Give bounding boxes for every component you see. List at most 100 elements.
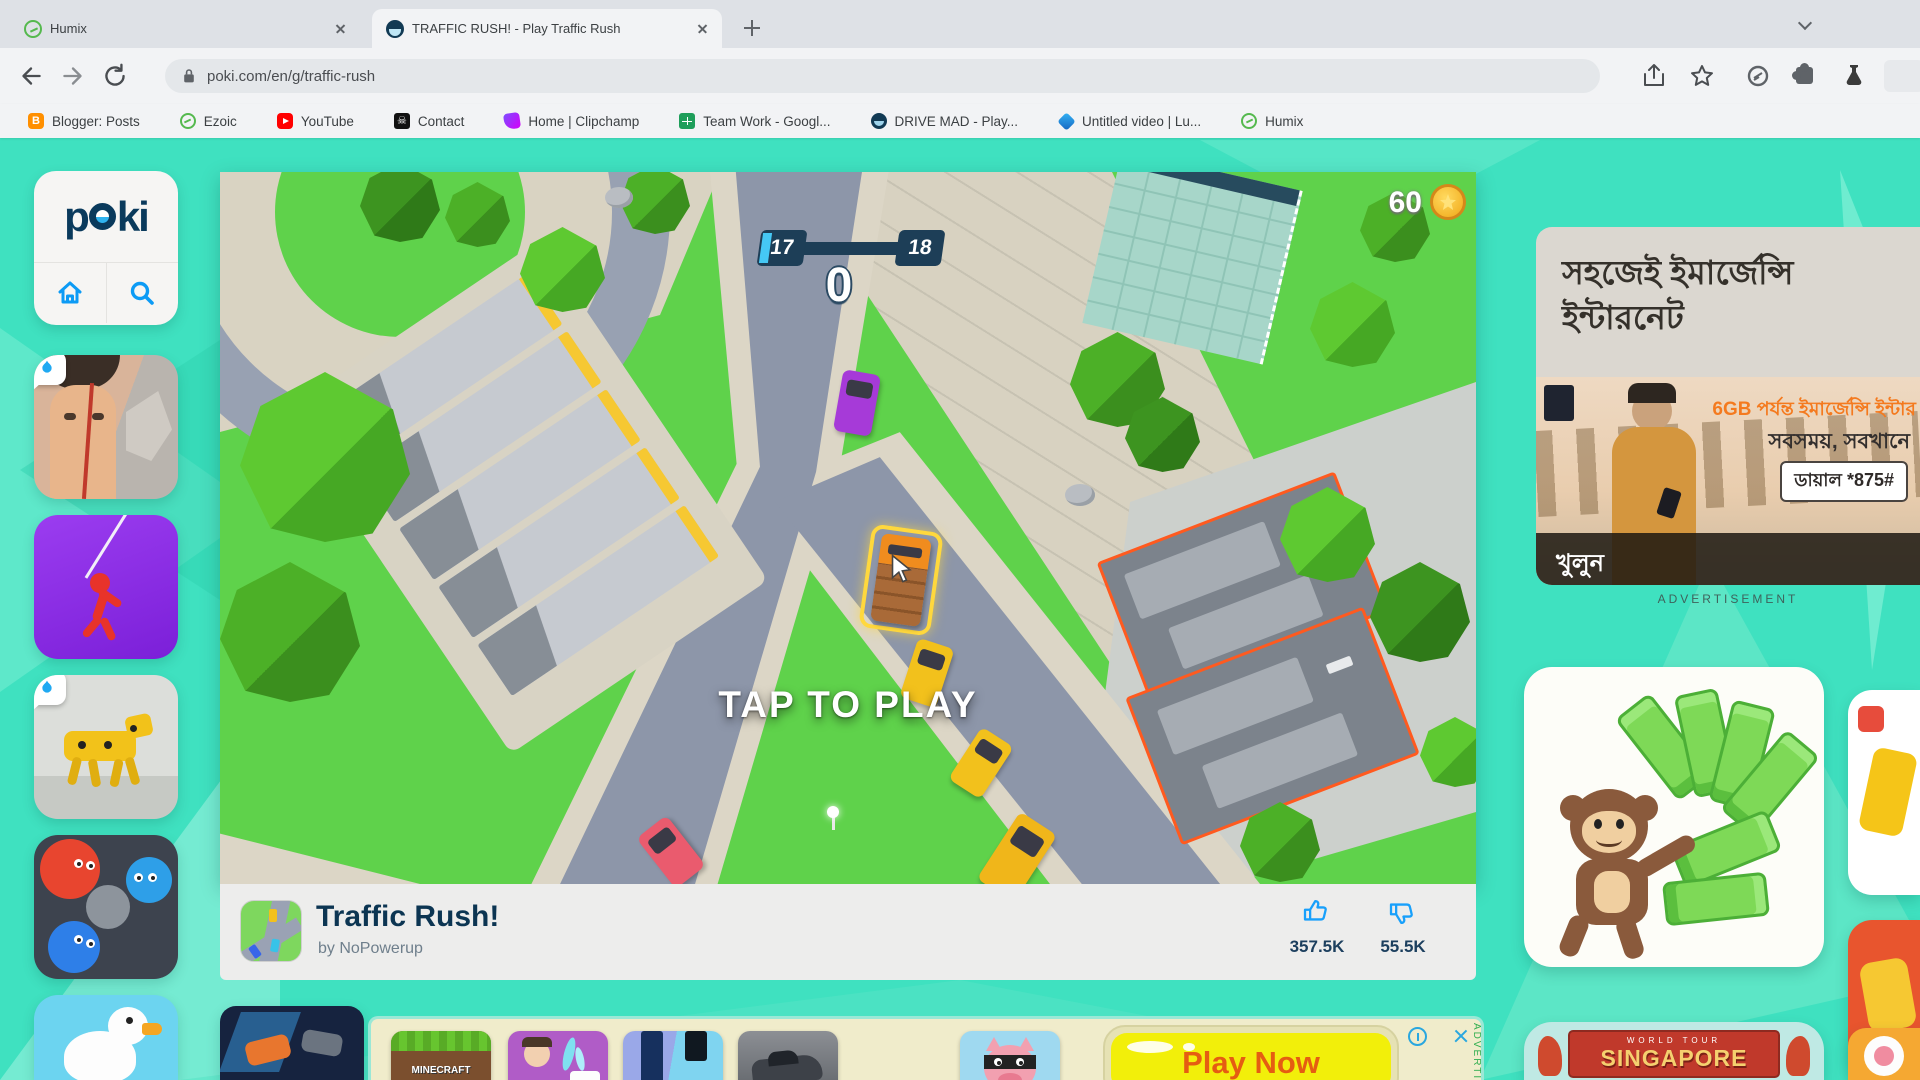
- ad-headline-line1: সহজেই ইমার্জেন্সি: [1562, 254, 1794, 291]
- humix-icon: [1241, 113, 1258, 129]
- gloss-shape: [1183, 1043, 1195, 1051]
- ad-close-icon[interactable]: [1451, 1026, 1471, 1046]
- reload-button[interactable]: [100, 61, 130, 91]
- tab-humix[interactable]: Humix: [10, 9, 360, 48]
- rope-shape: [84, 515, 133, 579]
- tab-title: TRAFFIC RUSH! - Play Traffic Rush: [412, 21, 621, 36]
- taxi-shape: [1857, 746, 1919, 838]
- sidebar-game-tile-face[interactable]: [34, 355, 178, 499]
- mouse-cursor-icon: [891, 554, 912, 583]
- bottom-advertisement[interactable]: MINECRAFT Play Now ADVERTIS: [368, 1016, 1484, 1080]
- monkey-eye: [1616, 819, 1624, 829]
- profile-avatar[interactable]: [1884, 60, 1920, 92]
- blue-blob: [48, 921, 100, 973]
- bookmark-sheets[interactable]: Team Work - Googl...: [679, 113, 831, 129]
- tab-close-icon[interactable]: [332, 20, 350, 38]
- car-shape: [300, 1028, 344, 1058]
- sidebar-game-tile-mech-animal[interactable]: [34, 675, 178, 819]
- bookmark-blogger[interactable]: B Blogger: Posts: [28, 113, 140, 129]
- game-tile-partial[interactable]: [1848, 690, 1920, 895]
- bookmark-youtube[interactable]: YouTube: [276, 113, 354, 129]
- dislike-button[interactable]: 55.5K: [1368, 896, 1438, 957]
- ad-info-icon[interactable]: [1408, 1027, 1427, 1046]
- tab-search-chevron-icon[interactable]: [1797, 15, 1813, 31]
- ad-cta-label: খুলুন: [1556, 550, 1604, 577]
- duck-eye: [126, 1017, 133, 1024]
- ad-dial-box: ডায়াল *875#: [1780, 461, 1908, 502]
- sushi-center: [1874, 1046, 1894, 1066]
- level-number: 17: [768, 236, 796, 259]
- water-splash: [573, 1046, 587, 1072]
- poki-o-ball-icon: [88, 203, 116, 230]
- share-icon[interactable]: [1640, 62, 1668, 90]
- forward-button[interactable]: [58, 61, 88, 91]
- tab-title: Humix: [50, 21, 87, 36]
- eye: [86, 861, 95, 870]
- new-tab-button[interactable]: [740, 16, 764, 40]
- monkey-leg: [1614, 914, 1646, 962]
- bookmarks-bar: B Blogger: Posts Ezoic YouTube ☠ Contact H…: [0, 104, 1920, 138]
- game-tile-singapore[interactable]: WORLD TOUR SINGAPORE: [1524, 1022, 1824, 1080]
- address-bar[interactable]: poki.com/en/g/traffic-rush: [165, 59, 1600, 93]
- search-button[interactable]: [107, 263, 179, 323]
- bookmark-luma[interactable]: Untitled video | Lu...: [1056, 111, 1201, 131]
- bookmark-label: Ezoic: [203, 113, 237, 129]
- bookmark-contact[interactable]: ☠ Contact: [393, 113, 464, 129]
- home-button[interactable]: [34, 263, 107, 323]
- game-canvas[interactable]: 17 18 0 60 TAP TO PLAY: [220, 172, 1476, 884]
- game-tile-partial-cars[interactable]: [220, 1006, 364, 1080]
- progress-track: [789, 242, 913, 255]
- bookmark-label: Blogger: Posts: [52, 113, 140, 129]
- eye: [74, 859, 83, 868]
- score-value: 0: [825, 259, 853, 312]
- tab-traffic-rush[interactable]: TRAFFIC RUSH! - Play Traffic Rush: [372, 9, 722, 48]
- like-button[interactable]: 357.5K: [1282, 896, 1352, 957]
- sidebar-game-tile-duck[interactable]: [34, 995, 178, 1080]
- back-button[interactable]: [16, 61, 46, 91]
- bookmark-humix[interactable]: Humix: [1241, 113, 1303, 129]
- poki-nav-card: p ki: [34, 171, 178, 325]
- pig-snout: [998, 1073, 1022, 1080]
- bookmark-label: Team Work - Googl...: [703, 113, 831, 129]
- logo-text: p: [64, 192, 90, 240]
- level-badge-next: 18: [894, 230, 946, 266]
- game-tile-monkey-mart[interactable]: [1524, 667, 1824, 967]
- level-number: 18: [906, 236, 934, 259]
- bookmark-ezoic[interactable]: Ezoic: [179, 113, 237, 129]
- advertisement-vertical-label: ADVERTIS: [1471, 1023, 1482, 1080]
- tree: [1310, 282, 1395, 367]
- poki-favicon-icon: [386, 19, 404, 38]
- game-title: Traffic Rush!: [316, 900, 500, 933]
- ad-icon-doctor: [508, 1031, 608, 1080]
- game-info-bar: Traffic Rush! by NoPowerup 357.5K 55.5K: [220, 884, 1476, 980]
- extensions-puzzle-icon[interactable]: [1792, 63, 1813, 84]
- ad-logo-box: [1544, 385, 1574, 421]
- sushi-shape: [1864, 1036, 1904, 1076]
- play-now-button[interactable]: Play Now: [1103, 1025, 1399, 1080]
- tab-close-icon[interactable]: [694, 20, 712, 38]
- street-lamp-head: [827, 806, 839, 818]
- piano-tile: [641, 1031, 663, 1080]
- ezoic-icon: [179, 113, 196, 129]
- ad-cta-bar[interactable]: খুলুন: [1536, 533, 1920, 585]
- sidebar-game-tile-red-vs-blue[interactable]: [34, 835, 178, 979]
- eye: [1016, 1058, 1024, 1066]
- tap-to-play-label[interactable]: TAP TO PLAY: [598, 684, 1098, 726]
- sidebar-game-tile-stickman-hook[interactable]: [34, 515, 178, 659]
- world-tour-label: WORLD TOUR: [1626, 1036, 1722, 1045]
- flask-extension-icon[interactable]: [1840, 62, 1868, 90]
- game-tile-partial-sushi[interactable]: [1848, 1028, 1920, 1080]
- mech-joint: [130, 725, 137, 732]
- bookmark-clipchamp[interactable]: Home | Clipchamp: [503, 111, 639, 131]
- coin-count: 60: [1388, 186, 1422, 219]
- right-advertisement[interactable]: সহজেই ইমার্জেন্সি ইন্টারনেট 6GB পর্যন্ত …: [1536, 227, 1920, 585]
- eye: [148, 873, 157, 882]
- mech-leg: [87, 758, 102, 788]
- ezoic-extension-icon[interactable]: [1744, 62, 1772, 90]
- gray-blob: [86, 885, 130, 929]
- stickman-leg: [81, 615, 103, 639]
- yellow-shape: [1858, 956, 1918, 1034]
- bookmark-drivemad[interactable]: DRIVE MAD - Play...: [870, 113, 1018, 129]
- bookmark-star-icon[interactable]: [1688, 62, 1716, 90]
- youtube-icon: [276, 113, 293, 129]
